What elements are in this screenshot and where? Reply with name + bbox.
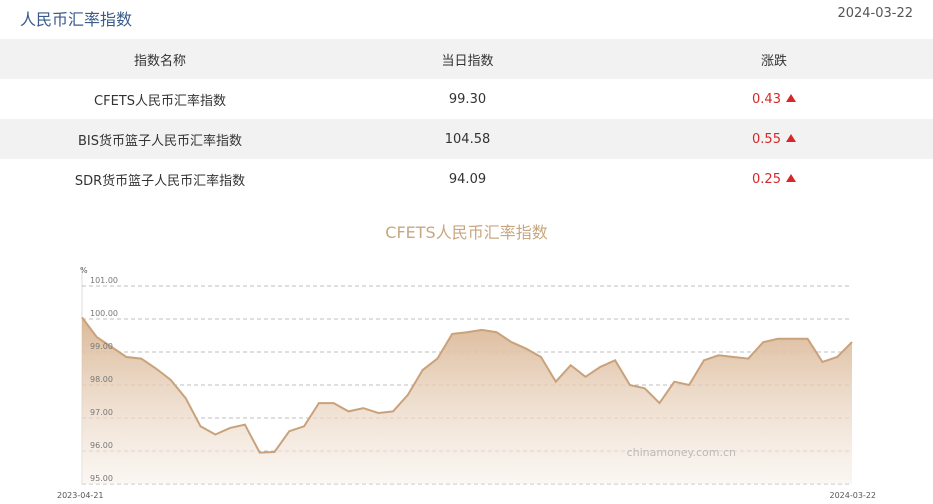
data-point xyxy=(362,407,364,409)
data-point xyxy=(333,402,335,404)
data-point xyxy=(659,402,661,404)
data-point xyxy=(155,368,157,370)
data-point xyxy=(170,379,172,381)
x-start-label: 2023-04-21 xyxy=(57,491,104,500)
y-tick-label: 99.00 xyxy=(90,342,113,351)
watermark: chinamoney.com.cn xyxy=(627,446,736,459)
line-chart: 101.00 100.00 99.00 98.00 97.00 96.00 95.00% 20… xyxy=(57,266,877,500)
data-point xyxy=(407,394,409,396)
data-point xyxy=(673,381,675,383)
data-point xyxy=(200,425,202,427)
data-point xyxy=(451,333,453,335)
data-point xyxy=(703,359,705,361)
data-point xyxy=(185,397,187,399)
data-point xyxy=(777,338,779,340)
data-point xyxy=(392,410,394,412)
data-point xyxy=(81,316,83,318)
data-point xyxy=(244,424,246,426)
data-point xyxy=(318,402,320,404)
data-point xyxy=(585,376,587,378)
y-tick-label: 96.00 xyxy=(90,441,113,450)
data-point xyxy=(555,381,557,383)
data-point xyxy=(125,356,127,358)
data-point xyxy=(214,434,216,436)
data-point xyxy=(718,354,720,356)
x-end-label: 2024-03-22 xyxy=(830,491,877,500)
data-point xyxy=(644,387,646,389)
data-point xyxy=(259,452,261,454)
data-point xyxy=(466,331,468,333)
y-tick-label: 101.00 xyxy=(90,276,118,285)
data-point xyxy=(836,356,838,358)
data-point xyxy=(821,361,823,363)
y-tick-label: 98.00 xyxy=(90,375,113,384)
data-point xyxy=(436,358,438,360)
data-point xyxy=(599,366,601,368)
data-point xyxy=(274,451,276,453)
data-point xyxy=(629,384,631,386)
data-point xyxy=(348,410,350,412)
data-point xyxy=(481,329,483,331)
data-point xyxy=(851,341,853,343)
y-axis-unit-label: % xyxy=(80,266,88,275)
data-point xyxy=(303,425,305,427)
data-point xyxy=(762,341,764,343)
area-fill xyxy=(82,317,852,484)
data-point xyxy=(422,369,424,371)
y-tick-label: 97.00 xyxy=(90,408,113,417)
data-point xyxy=(570,364,572,366)
data-point xyxy=(96,336,98,338)
data-point xyxy=(140,358,142,360)
data-point xyxy=(377,412,379,414)
data-point xyxy=(792,338,794,340)
data-point xyxy=(288,430,290,432)
data-point xyxy=(614,359,616,361)
data-point xyxy=(510,341,512,343)
data-point xyxy=(747,358,749,360)
data-point xyxy=(807,338,809,340)
y-tick-label: 100.00 xyxy=(90,309,118,318)
data-point xyxy=(688,384,690,386)
data-point xyxy=(733,356,735,358)
data-point xyxy=(111,346,113,348)
data-point xyxy=(496,331,498,333)
data-point xyxy=(525,348,527,350)
data-point xyxy=(229,427,231,429)
y-tick-label: 95.00 xyxy=(90,474,113,483)
data-point xyxy=(540,356,542,358)
